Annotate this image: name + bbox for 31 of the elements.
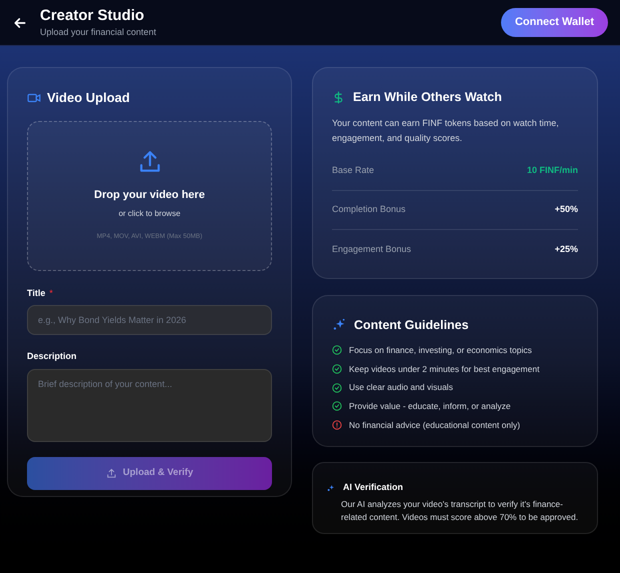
required-mark: * (49, 286, 53, 300)
connect-wallet-button[interactable]: Connect Wallet (500, 8, 608, 37)
description-input[interactable]: Brief description of your content... (27, 368, 272, 442)
rate-value: +25% (554, 242, 578, 256)
title-input[interactable]: e.g., Why Bond Yields Matter in 2026 (27, 305, 272, 335)
drop-hint: or click to browse (118, 208, 180, 220)
guideline-text: Focus on finance, investing, or economics topics (349, 344, 532, 356)
card-title: Video Upload (47, 89, 130, 107)
sparkles-icon (332, 318, 346, 332)
verification-description: Our AI analyzes your video's transcript to verify it's finance-related content. Videos must score above 70% to be approved. (340, 498, 580, 524)
drop-title: Drop your video here (94, 188, 205, 204)
rate-value: +50% (554, 203, 578, 216)
card-title: AI Verification (343, 481, 404, 494)
guideline-text: No financial advice (educational content only) (349, 418, 520, 432)
guideline-text: Provide value - educate, inform, or analyze (349, 400, 511, 413)
page-subtitle: Upload your financial content (40, 26, 156, 39)
earnings-description: Your content can earn FINF tokens based on watch time, engagement, and quality scores. (332, 116, 560, 145)
guideline-text: Keep videos under 2 minutes for best engagement (349, 362, 540, 376)
card-title: Earn While Others Watch (353, 89, 502, 106)
field-label: Title (27, 286, 46, 300)
card-title: Content Guidelines (354, 317, 469, 334)
sparkles-icon (327, 484, 335, 492)
rate-label: Engagement Bonus (332, 242, 412, 256)
upload-icon (106, 468, 117, 478)
rate-value: 10 FINF/min (526, 164, 578, 177)
rate-label: Base Rate (332, 164, 374, 177)
field-label: Description (27, 350, 78, 363)
rate-label: Completion Bonus (332, 203, 406, 216)
dollar-icon (332, 90, 345, 105)
page-title: Creator Studio (40, 6, 146, 26)
guideline-text: Use clear audio and visuals (349, 381, 453, 394)
